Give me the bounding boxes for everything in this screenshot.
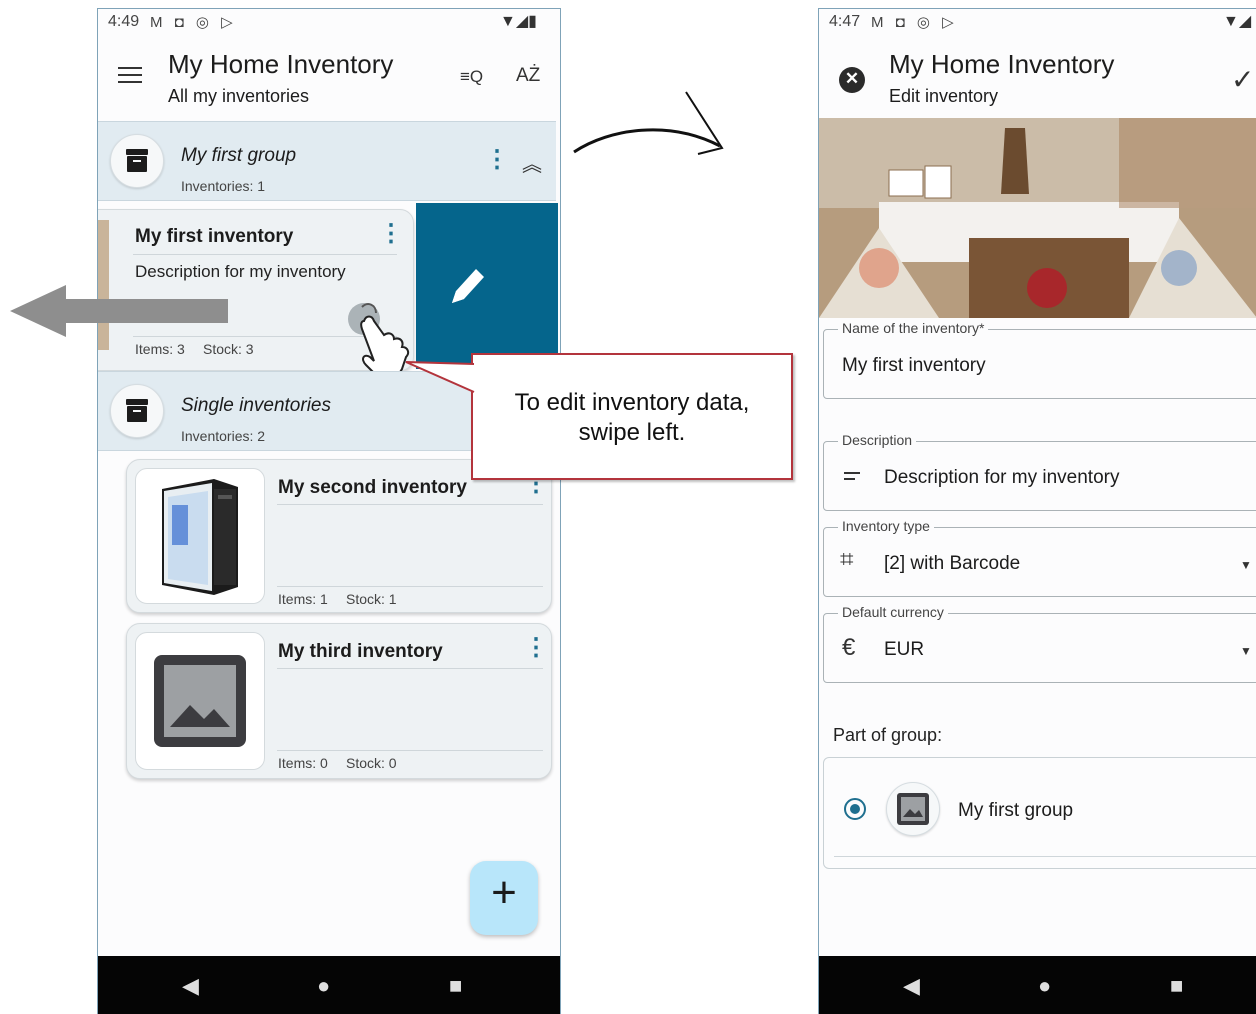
plus-icon: + [491, 868, 517, 917]
notification-icons: M ◘ ◎ ▷ [871, 14, 958, 31]
inventory-stock: Stock: 0 [346, 755, 397, 771]
inventory-items: Items: 1 [278, 591, 328, 607]
app-title: My Home Inventory [168, 49, 394, 79]
signal-icon: ▼◢ [1223, 13, 1252, 30]
divider [133, 254, 397, 255]
pc-case-image [162, 479, 238, 595]
status-time: 4:47 [829, 13, 861, 30]
field-label: Description [838, 432, 917, 448]
group-radio-button[interactable] [844, 798, 866, 820]
inventory-title: My second inventory [278, 477, 467, 498]
image-placeholder-icon [154, 655, 246, 747]
dropdown-arrow-icon[interactable]: ▼ [1240, 558, 1252, 572]
divider [834, 856, 1256, 857]
inventory-description: Description for my inventory [135, 262, 346, 281]
collapse-chevron-icon[interactable]: ︽ [522, 148, 542, 177]
description-field[interactable]: Description Description for my inventory [823, 432, 1256, 511]
divider [277, 586, 543, 587]
inventory-stock: Stock: 3 [203, 341, 254, 357]
divider [277, 668, 543, 669]
inventory-card-third[interactable]: My third inventory ⋮ Items: 0 Stock: 0 [126, 623, 552, 779]
default-currency-dropdown[interactable]: Default currency € EUR ▼ [823, 604, 1256, 683]
short-text-icon [844, 472, 860, 480]
callout-box: To edit inventory data, swipe left. [471, 353, 793, 480]
divider [277, 504, 543, 505]
callout-pointer [405, 361, 475, 393]
archive-icon [110, 384, 164, 438]
inventory-photo[interactable] [819, 118, 1256, 318]
add-inventory-button[interactable]: + [470, 861, 538, 935]
inventory-name-field[interactable]: Name of the inventory* My first inventor… [823, 320, 1256, 399]
inventory-name-value: My first inventory [842, 355, 986, 376]
back-icon[interactable]: ◀ [182, 973, 199, 999]
group-name: Single inventories [181, 395, 331, 416]
group-option-label: My first group [958, 800, 1074, 821]
inventory-type-value: [2] with Barcode [884, 553, 1021, 574]
group-header-my-first-group[interactable]: My first group Inventories: 1 ⋮ ︽ [98, 121, 556, 201]
swipe-edit-action[interactable] [416, 203, 558, 369]
group-menu-icon[interactable]: ⋮ [485, 148, 509, 172]
callout-line1: To edit inventory data, [514, 389, 750, 416]
description-value: Description for my inventory [884, 467, 1120, 488]
inventory-menu-icon[interactable]: ⋮ [524, 636, 548, 660]
recents-icon[interactable]: ■ [1170, 973, 1183, 999]
inventory-items: Items: 3 [135, 341, 185, 357]
sort-az-icon[interactable]: AŻ [516, 65, 540, 87]
group-name: My first group [181, 145, 297, 166]
close-icon[interactable]: ✕ [839, 67, 865, 93]
group-image-placeholder-icon [886, 782, 940, 836]
app-subtitle: Edit inventory [889, 86, 999, 106]
status-time: 4:49 [108, 13, 140, 30]
signal-battery-icon: ▼◢▮ [500, 13, 537, 30]
field-label: Default currency [838, 604, 948, 620]
system-nav-bar: ◀ ● ■ [819, 956, 1256, 1014]
system-nav-bar: ◀ ● ■ [98, 956, 560, 1014]
recents-icon[interactable]: ■ [449, 973, 462, 999]
field-label: Name of the inventory* [838, 320, 989, 336]
app-title: My Home Inventory [889, 49, 1115, 79]
pencil-icon [452, 269, 484, 303]
home-icon[interactable]: ● [317, 973, 330, 999]
transition-arrow [573, 91, 724, 155]
group-count: Inventories: 1 [181, 178, 266, 194]
notification-icons: M ◘ ◎ ▷ [150, 14, 237, 31]
inventory-card-second[interactable]: My second inventory ⋮ Items: 1 Stock: 1 [126, 459, 552, 613]
inventory-stock: Stock: 1 [346, 591, 397, 607]
currency-value: EUR [884, 639, 925, 660]
callout-line2: swipe left. [578, 419, 686, 446]
divider [277, 750, 543, 751]
inventory-title: My third inventory [278, 641, 443, 662]
dropdown-arrow-icon[interactable]: ▼ [1240, 644, 1252, 658]
phone-edit-screen: 4:47 M ◘ ◎ ▷ ▼◢ ✕ My Home Inventory Edit… [818, 8, 1256, 1014]
group-select-box: My first group [823, 757, 1256, 869]
group-count: Inventories: 2 [181, 428, 266, 444]
euro-icon: € [842, 634, 856, 661]
crop-icon: ⌗ [840, 546, 854, 573]
filter-search-icon[interactable]: ≡Q [460, 67, 483, 87]
back-icon[interactable]: ◀ [903, 973, 920, 999]
app-subtitle: All my inventories [168, 86, 310, 106]
hamburger-icon[interactable] [118, 67, 142, 83]
inventory-items: Items: 0 [278, 755, 328, 771]
phone-list-screen: 4:49 M ◘ ◎ ▷ ▼◢▮ My Home Inventory All m… [97, 8, 561, 1014]
archive-icon [110, 134, 164, 188]
inventory-type-dropdown[interactable]: Inventory type ⌗ [2] with Barcode ▼ [823, 518, 1256, 597]
inventory-thumbnail [135, 632, 265, 770]
home-icon[interactable]: ● [1038, 973, 1051, 999]
inventory-thumbnail [135, 468, 265, 604]
inventory-menu-icon[interactable]: ⋮ [379, 222, 403, 246]
group-section-label: Part of group: [833, 725, 943, 745]
inventory-title: My first inventory [135, 226, 294, 247]
field-label: Inventory type [838, 518, 934, 534]
swipe-left-arrow [10, 285, 228, 337]
save-check-icon[interactable]: ✓ [1231, 63, 1254, 96]
